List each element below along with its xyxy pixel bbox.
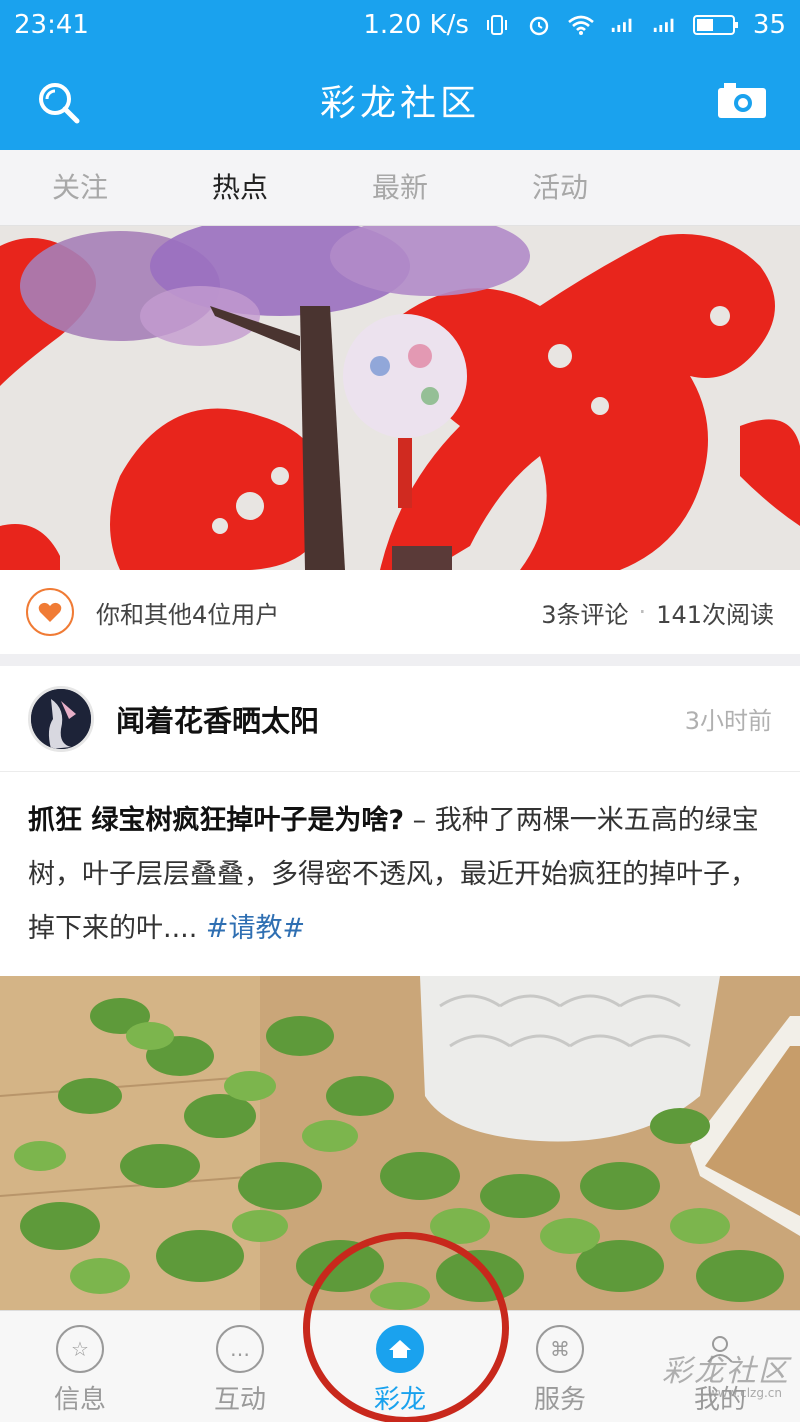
post-tag[interactable]: #请教# (206, 913, 305, 944)
heart-icon (38, 602, 62, 622)
post-excerpt[interactable]: 抓狂 绿宝树疯狂掉叶子是为啥? – 我种了两棵一米五高的绿宝树，叶子层层叠叠，多… (0, 772, 800, 980)
avatar[interactable] (28, 685, 94, 752)
search-icon[interactable] (34, 78, 82, 126)
status-icons: 1.20 K/s 35 (363, 10, 786, 40)
tab-follow[interactable]: 关注 (0, 150, 160, 225)
status-bar: 23:41 1.20 K/s 35 (0, 0, 800, 50)
battery-level: 35 (752, 10, 786, 40)
post-author-name[interactable]: 闻着花香晒太阳 (116, 698, 685, 740)
read-count: 141次阅读 (656, 600, 774, 629)
app-header: 彩龙社区 (0, 50, 800, 150)
like-button[interactable] (26, 588, 74, 636)
camera-icon[interactable] (716, 80, 768, 120)
stats-separator: · (638, 598, 647, 626)
post-timestamp: 3小时前 (684, 707, 772, 735)
tab-latest[interactable]: 最新 (320, 150, 480, 225)
nav-item-info[interactable]: ☆ 信息 (0, 1311, 160, 1422)
comment-count[interactable]: 3条评论 (541, 595, 628, 630)
grid-icon: ⌘ (536, 1325, 584, 1373)
featured-post-image[interactable] (0, 226, 800, 570)
nav-label-info: 信息 (53, 1385, 106, 1415)
alarm-icon (525, 13, 553, 37)
vibrate-icon (483, 13, 511, 37)
signal-3g-icon (651, 13, 679, 37)
post-card[interactable]: 闻着花香晒太阳 3小时前 抓狂 绿宝树疯狂掉叶子是为啥? – 我种了两棵一米五高… (0, 666, 800, 1310)
post-title: 抓狂 绿宝树疯狂掉叶子是为啥? (28, 805, 405, 836)
battery-icon (692, 13, 739, 37)
tab-hot[interactable]: 热点 (160, 150, 320, 225)
featured-post-stats: 你和其他4位用户 3条评论 · 141次阅读 (0, 570, 800, 654)
network-speed: 1.20 K/s (363, 10, 469, 40)
page-title: 彩龙社区 (319, 83, 480, 124)
wifi-icon (567, 13, 595, 37)
post-author-row: 闻着花香晒太阳 3小时前 (0, 666, 800, 772)
feed-tabs: 关注 热点 最新 活动 (0, 150, 800, 226)
watermark-url: www.clzg.cn (707, 1386, 782, 1400)
star-icon: ☆ (56, 1325, 104, 1373)
chat-icon: … (216, 1325, 264, 1373)
nav-item-interact[interactable]: … 互动 (160, 1311, 320, 1422)
tab-events[interactable]: 活动 (480, 150, 640, 225)
nav-label-service: 服务 (533, 1385, 586, 1415)
signal-4g-icon (609, 13, 637, 37)
nav-label-interact: 互动 (213, 1385, 266, 1415)
highlight-circle (303, 1232, 509, 1422)
watermark-logo: 彩龙社区 (662, 1354, 790, 1389)
status-time: 23:41 (14, 10, 89, 40)
like-summary: 你和其他4位用户 (96, 600, 280, 629)
